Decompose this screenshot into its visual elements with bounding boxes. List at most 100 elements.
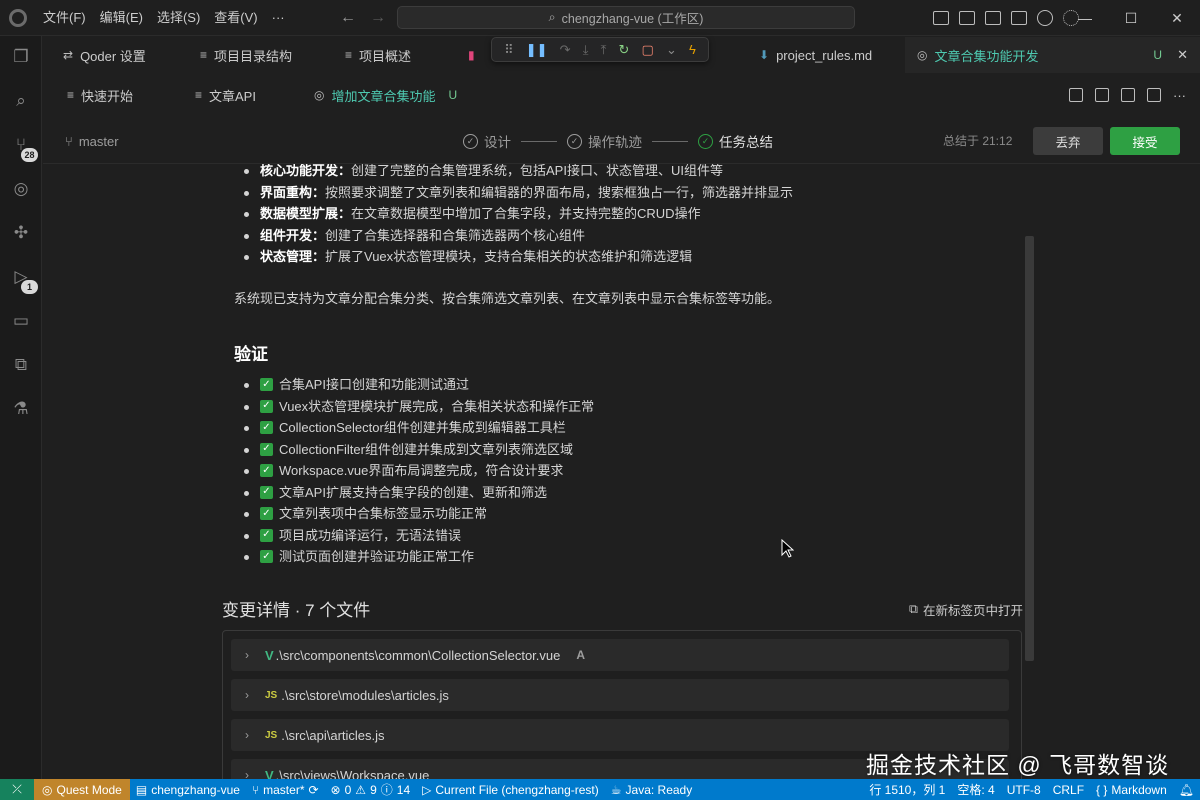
pause-icon[interactable]: ❚❚: [526, 42, 548, 58]
changed-file-row[interactable]: › V .\src\components\common\CollectionSe…: [231, 639, 1009, 671]
tab-article-api[interactable]: ≡ 文章API: [195, 75, 256, 115]
run-debug-icon[interactable]: ▷ 1: [10, 266, 38, 294]
checkbox-checked-icon: ✓: [260, 378, 273, 392]
tab-hidden-behind-toolbar[interactable]: ▮: [468, 37, 475, 73]
navigation: ← →: [340, 0, 386, 36]
check-circle-icon: ✓: [567, 133, 582, 149]
indentation[interactable]: 空格: 4: [951, 781, 1000, 798]
chevron-right-icon: ›: [245, 648, 249, 662]
checkbox-checked-icon: ✓: [260, 421, 273, 435]
open-preview-icon[interactable]: [1069, 88, 1083, 102]
remote-explorer-icon[interactable]: ▭: [10, 310, 32, 332]
quest-mode-indicator[interactable]: ◎ Quest Mode: [34, 779, 130, 800]
menu-edit[interactable]: 编辑(E): [93, 0, 150, 36]
stop-icon[interactable]: ▢: [642, 42, 654, 58]
step-progress: ✓ 设计 ✓ 操作轨迹 ✓ 任务总结: [463, 118, 773, 164]
vertical-scrollbar[interactable]: [1025, 236, 1034, 661]
customize-layout-icon[interactable]: [933, 11, 949, 25]
layout-controls: [933, 0, 1079, 36]
toggle-primary-sidebar-icon[interactable]: [959, 11, 975, 25]
changed-file-row[interactable]: › JS .\src\store\modules\articles.js: [231, 679, 1009, 711]
menu-file[interactable]: 文件(F): [36, 0, 93, 36]
toggle-panel-icon[interactable]: [985, 11, 1001, 25]
check-circle-icon: ✓: [698, 133, 713, 149]
step-operation-trace[interactable]: ✓ 操作轨迹: [567, 131, 642, 151]
git-branch-icon: ⑂: [65, 133, 73, 149]
run-debug-badge: 1: [21, 280, 38, 294]
verify-checklist: ✓ 合集API接口创建和功能测试通过 ✓ Vuex状态管理模块扩展完成，合集相关状态…: [243, 374, 1043, 568]
copy-icon[interactable]: [1095, 88, 1109, 102]
step-design[interactable]: ✓ 设计: [463, 131, 511, 151]
step-into-icon[interactable]: ⤓: [583, 42, 589, 58]
step-task-summary[interactable]: ✓ 任务总结: [698, 131, 773, 151]
checkbox-checked-icon: ✓: [260, 507, 273, 521]
problems-status[interactable]: ⊗ 0 ⚠ 9 ⓘ 14: [325, 781, 417, 798]
file-path: .\src\store\modules\articles.js: [281, 687, 449, 703]
explore-compass-icon[interactable]: ◎: [10, 178, 32, 200]
verify-heading: 验证: [234, 345, 268, 364]
discard-button[interactable]: 丢弃: [1033, 127, 1103, 155]
tab-add-feature[interactable]: ◎ 增加文章合集功能 U: [314, 75, 457, 115]
back-arrow-icon[interactable]: ←: [340, 9, 356, 27]
tab-qoder-settings[interactable]: ⇄ Qoder 设置: [63, 37, 146, 73]
remote-indicator-icon[interactable]: ⤫: [0, 779, 34, 800]
close-tab-icon[interactable]: ✕: [1177, 47, 1188, 63]
account-icon[interactable]: [1037, 10, 1053, 26]
tab-feature-dev[interactable]: ◎ 文章合集功能开发 U ✕: [905, 37, 1200, 73]
chevron-right-icon: ›: [245, 688, 249, 702]
drag-handle-icon[interactable]: ⠿: [504, 42, 514, 58]
accept-button[interactable]: 接受: [1110, 127, 1180, 155]
cursor-position[interactable]: 行 1510，列 1: [863, 781, 951, 798]
step-out-icon[interactable]: ⤒: [601, 42, 607, 58]
more-actions-icon[interactable]: ···: [1173, 88, 1186, 103]
graph-icon[interactable]: ✣: [10, 222, 32, 244]
open-changes-icon[interactable]: [1121, 88, 1135, 102]
explorer-icon[interactable]: ❐: [10, 46, 32, 68]
menu-more[interactable]: ···: [265, 0, 292, 36]
search-activity-icon[interactable]: ⌕: [10, 90, 32, 112]
menu-view[interactable]: 查看(V): [207, 0, 264, 36]
encoding[interactable]: UTF-8: [1001, 783, 1047, 797]
watermark: 掘金技术社区 @ 飞哥数智谈: [866, 752, 1170, 778]
command-center-search[interactable]: ⌕ chengzhang-vue (工作区): [397, 6, 855, 29]
checklist-item: ✓ Workspace.vue界面布局调整完成，符合设计要求: [243, 460, 1043, 482]
info-icon: ⓘ: [380, 783, 393, 797]
app-logo-icon: [0, 0, 36, 36]
workspace-indicator[interactable]: ▤ chengzhang-vue: [130, 783, 246, 797]
java-status[interactable]: ☕ Java: Ready: [605, 783, 698, 797]
restart-icon[interactable]: ↻: [619, 42, 630, 58]
close-icon[interactable]: ✕: [1154, 0, 1200, 36]
checkbox-checked-icon: ✓: [260, 442, 273, 456]
checkbox-checked-icon: ✓: [260, 399, 273, 413]
run-configuration[interactable]: ▷ Current File (chengzhang-rest): [416, 783, 605, 797]
menu-selection[interactable]: 选择(S): [150, 0, 207, 36]
tab-project-structure[interactable]: ≡ 项目目录结构: [200, 37, 292, 73]
minimize-icon[interactable]: —: [1062, 0, 1108, 36]
summary-bullet-list: 核心功能开发：创建了完整的合集管理系统，包括API接口、状态管理、UI组件等 界…: [243, 164, 1043, 268]
split-editor-icon[interactable]: [1147, 88, 1161, 102]
toggle-secondary-sidebar-icon[interactable]: [1011, 11, 1027, 25]
testing-flask-icon[interactable]: ⚗: [10, 398, 32, 420]
step-over-icon[interactable]: ↷: [560, 42, 571, 58]
chevron-right-icon: ›: [245, 768, 249, 779]
task-summary-content: 核心功能开发：创建了完整的合集管理系统，包括API接口、状态管理、UI组件等 界…: [43, 164, 1200, 779]
notifications-bell-icon[interactable]: 🔔︎: [1173, 783, 1200, 797]
language-mode[interactable]: { } Markdown: [1090, 783, 1173, 797]
maximize-icon[interactable]: ☐: [1108, 0, 1154, 36]
branch-status[interactable]: ⑂ master* ⟳: [246, 783, 325, 797]
lightning-icon[interactable]: ϟ: [689, 42, 696, 57]
open-in-new-tab-link[interactable]: ⧉ 在新标签页中打开: [909, 600, 1023, 619]
end-of-line[interactable]: CRLF: [1047, 783, 1090, 797]
source-control-icon[interactable]: ⑂ 28: [10, 134, 38, 162]
tab-quick-start[interactable]: ≡ 快速开始: [67, 75, 133, 115]
markdown-download-icon: ⬇: [759, 48, 770, 62]
extensions-icon[interactable]: ⧉: [10, 354, 32, 376]
java-icon: ☕: [610, 782, 622, 797]
tab-project-overview[interactable]: ≡ 项目概述: [345, 37, 411, 73]
dropdown-chevron-icon[interactable]: ⌄: [666, 42, 677, 58]
forward-arrow-icon[interactable]: →: [370, 9, 386, 27]
document-lines-icon: ≡: [200, 48, 208, 62]
list-item: 组件开发：创建了合集选择器和合集筛选器两个核心组件: [243, 225, 1043, 247]
compass-icon: ◎: [314, 88, 325, 102]
tab-project-rules[interactable]: ⬇ project_rules.md: [759, 37, 872, 73]
